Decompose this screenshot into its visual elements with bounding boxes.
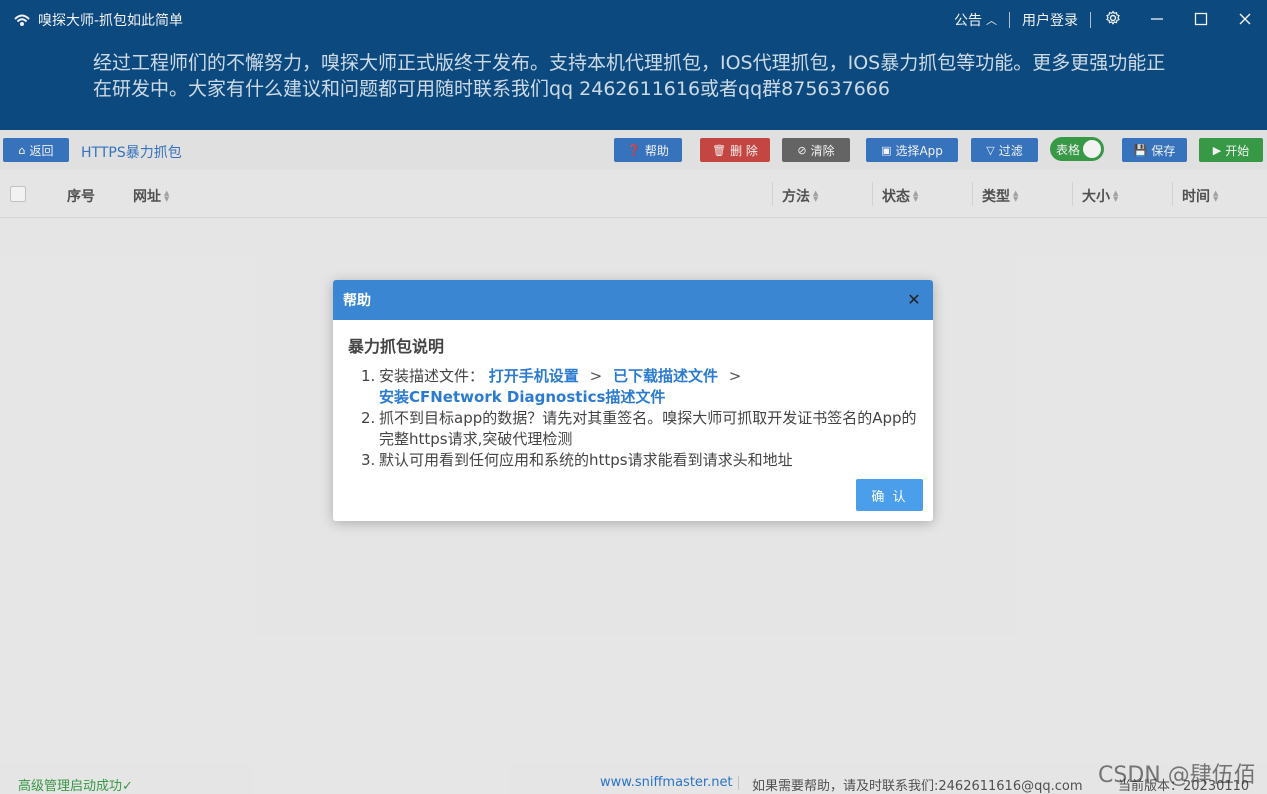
dialog-title: 帮助: [343, 293, 371, 309]
instruction-list: 1. 安装描述文件： 打开手机设置 > 已下载描述文件 > 安装CFNetwor…: [361, 366, 921, 471]
list-text: 默认可用看到任何应用和系统的https请求能看到请求头和地址: [379, 451, 793, 469]
list-number: 2.: [361, 409, 376, 427]
dialog-close-icon[interactable]: ✕: [905, 291, 923, 309]
help-dialog: 帮助 ✕ 暴力抓包说明 1. 安装描述文件： 打开手机设置 > 已下载描述文件 …: [333, 280, 933, 521]
list-item: 2. 抓不到目标app的数据？请先对其重签名。嗅探大师可抓取开发证书签名的App…: [361, 408, 921, 450]
watermark: CSDN @肆伍佰: [1098, 763, 1256, 788]
arrow-icon: >: [728, 367, 742, 385]
arrow-icon: >: [589, 367, 603, 385]
list-item: 3. 默认可用看到任何应用和系统的https请求能看到请求头和地址: [361, 450, 921, 471]
downloaded-profile-link[interactable]: 已下载描述文件: [613, 367, 718, 385]
list-number: 3.: [361, 451, 376, 469]
install-prefix: 安装描述文件：: [379, 367, 485, 385]
open-settings-link[interactable]: 打开手机设置: [489, 367, 579, 385]
list-text: 抓不到目标app的数据？请先对其重签名。嗅探大师可抓取开发证书签名的App的完整…: [379, 409, 917, 448]
list-item: 1. 安装描述文件： 打开手机设置 > 已下载描述文件 > 安装CFNetwor…: [361, 366, 921, 408]
list-number: 1.: [361, 367, 376, 385]
confirm-button[interactable]: 确 认: [856, 479, 923, 511]
dialog-subtitle: 暴力抓包说明: [348, 337, 445, 356]
install-profile-link[interactable]: 安装CFNetwork Diagnostics描述文件: [379, 388, 665, 406]
dialog-header: 帮助: [333, 280, 933, 320]
list-text: 安装描述文件： 打开手机设置 > 已下载描述文件 > 安装CFNetwork D…: [379, 366, 921, 408]
